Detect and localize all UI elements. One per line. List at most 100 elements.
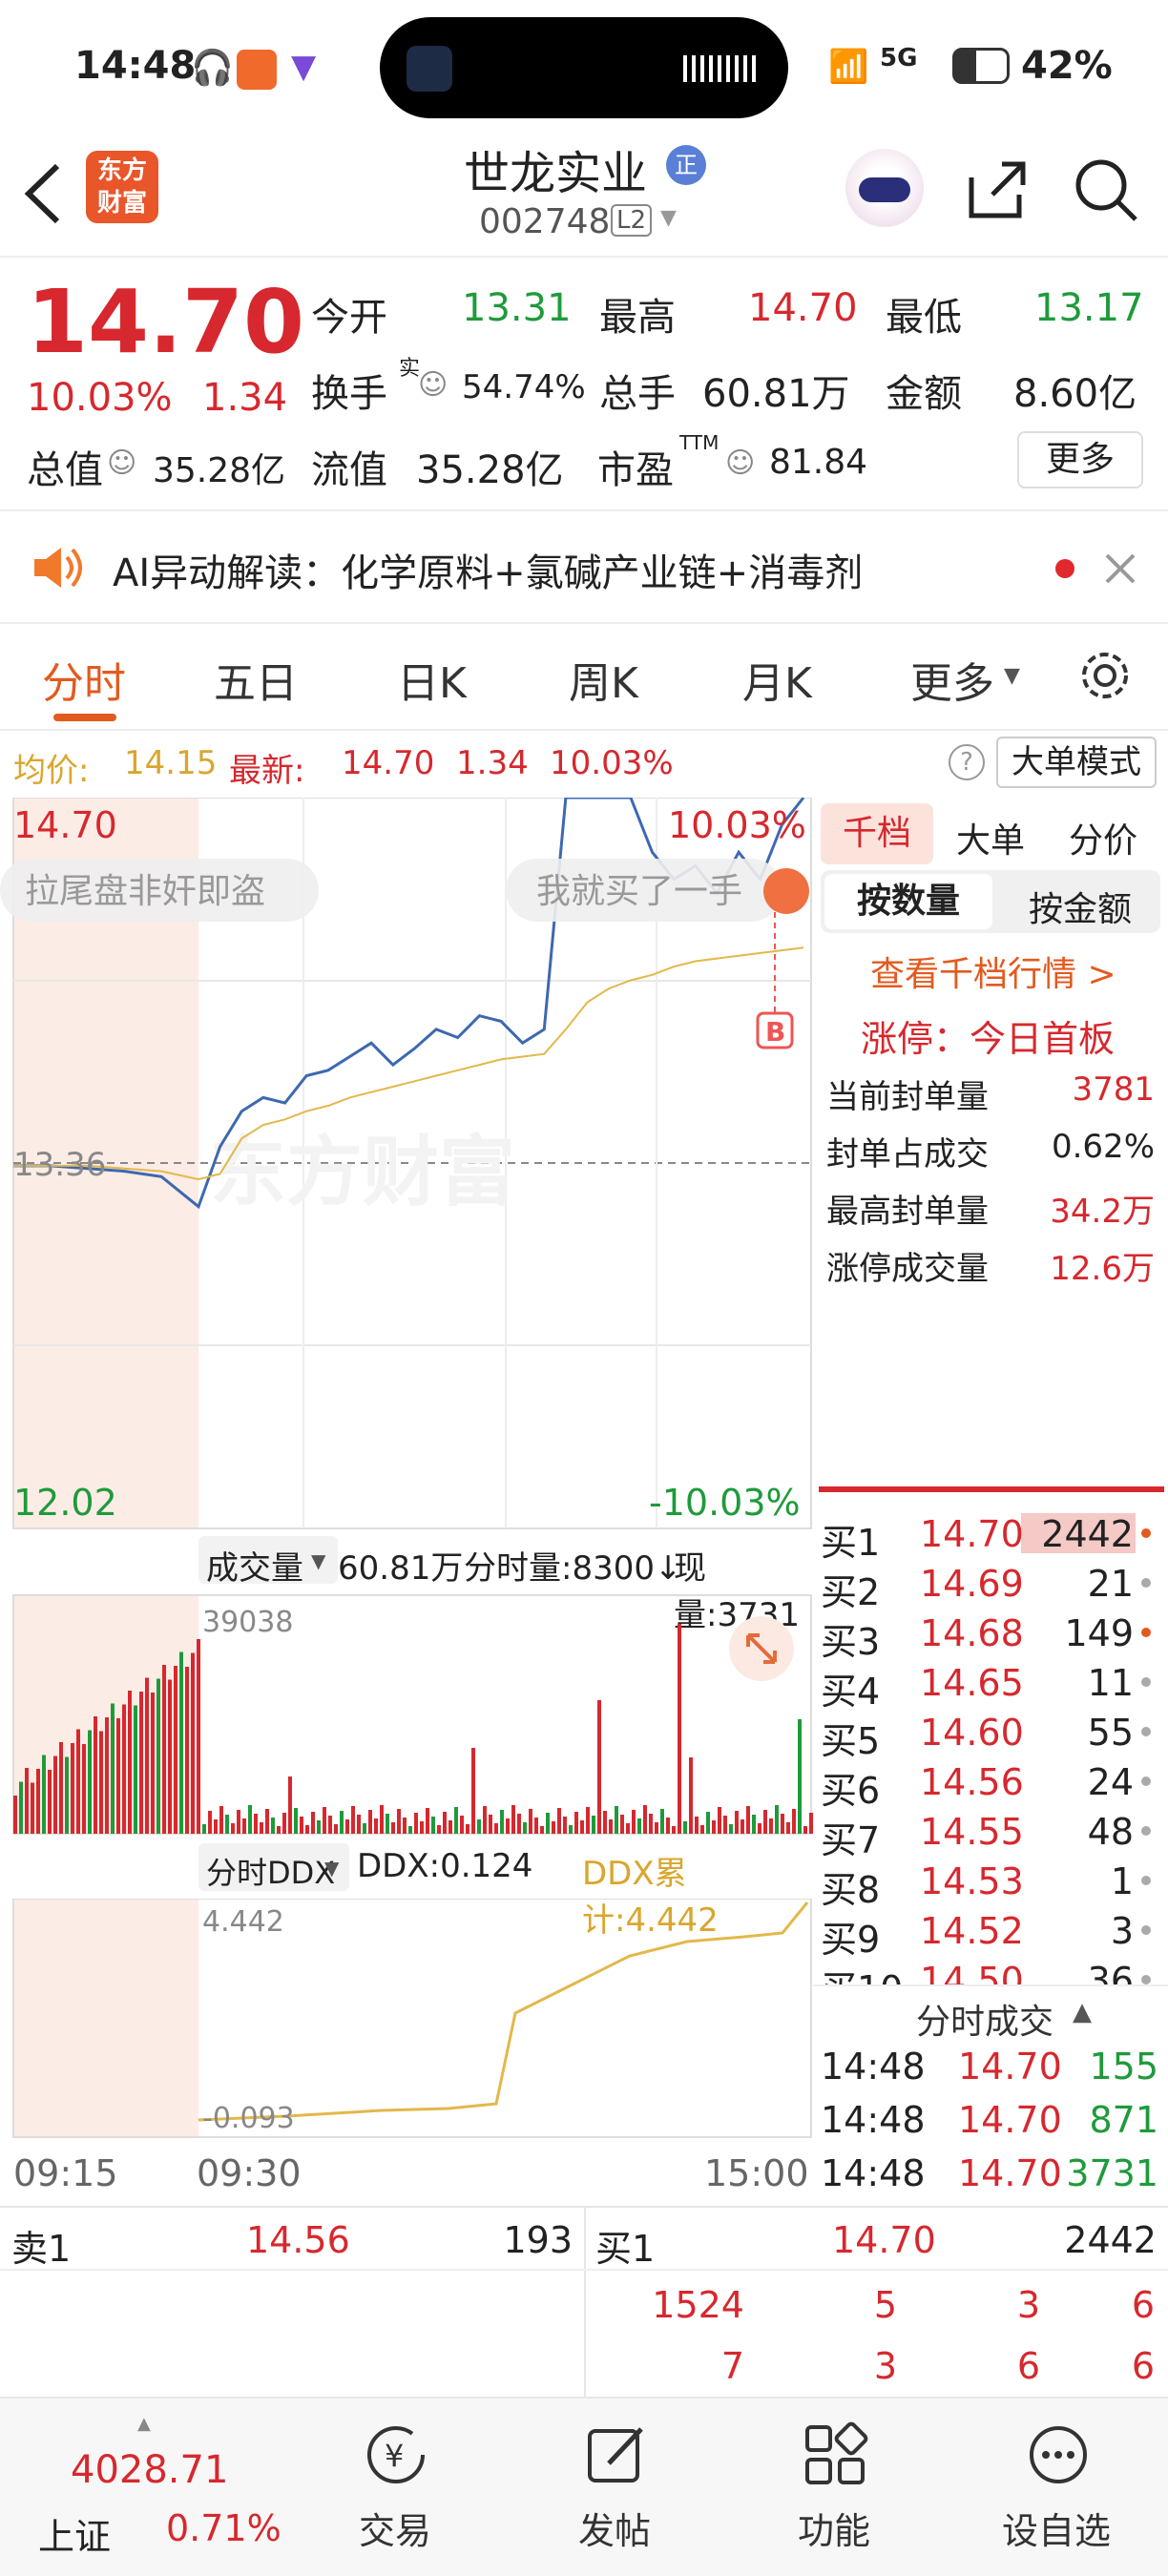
- volume-bar: [65, 1756, 69, 1834]
- volume-bar: [431, 1817, 435, 1834]
- bid-qty: 55: [1087, 1712, 1134, 1754]
- volume-bar: [128, 1691, 132, 1834]
- volume-bar: [552, 1821, 555, 1834]
- volume-bar: [334, 1824, 338, 1834]
- nav-add-watchlist[interactable]: 设自选: [992, 2418, 1126, 2561]
- index-value: 4028.71: [71, 2448, 229, 2492]
- volume-bar: [689, 1757, 693, 1834]
- volume-bar: [574, 1812, 578, 1834]
- tab-five-day[interactable]: 五日: [214, 649, 298, 710]
- bid-price: 14.68: [920, 1612, 1024, 1654]
- chart-top-price: 14.70: [13, 804, 117, 846]
- battery-percent: 42%: [1021, 44, 1113, 88]
- bid-row[interactable]: 买2 14.69 21: [813, 1557, 1168, 1613]
- bid-row[interactable]: 买5 14.60 55: [813, 1706, 1168, 1762]
- bid-dot: [1141, 1677, 1151, 1687]
- bid-price: 14.53: [920, 1860, 1024, 1902]
- volume-bar: [185, 1667, 189, 1834]
- bid-price: 14.56: [920, 1761, 1024, 1803]
- volume-bar: [460, 1816, 464, 1834]
- by-quantity-button[interactable]: 按数量: [824, 874, 992, 929]
- gear-icon[interactable]: [1076, 647, 1134, 704]
- volume-selector[interactable]: 成交量 ▼: [198, 1536, 338, 1588]
- change-pct: 10.03%: [550, 744, 674, 782]
- volume-panel: 成交量 ▼ 60.81万 分时量:8300↓ 现量:3731 39038: [0, 1532, 813, 1838]
- change-value: 1.34: [456, 744, 529, 782]
- bid-row[interactable]: 买6 14.56 24: [813, 1755, 1168, 1812]
- app-logo[interactable]: 东方 财富: [86, 151, 158, 223]
- bid-row[interactable]: 买1 14.70 2442: [813, 1507, 1168, 1564]
- tick-time: 14:48: [821, 2099, 926, 2141]
- volume-bar: [59, 1742, 63, 1834]
- price-chart-svg: 东方财富 14.70 10.03% 13.36 12.02 -10.03% 拉尾…: [0, 796, 812, 1529]
- bid-row[interactable]: 买4 14.65 11: [813, 1656, 1168, 1713]
- index-ticker[interactable]: ▲ 4028.71 上证 0.71%: [19, 2414, 286, 2566]
- help-icon[interactable]: ?: [949, 744, 985, 780]
- volume-bar: [580, 1820, 584, 1834]
- volume-bar: [219, 1806, 223, 1834]
- volume-bar: [202, 1824, 206, 1834]
- tab-thousand-levels[interactable]: 千档: [821, 803, 933, 864]
- bid-dot: [1141, 1975, 1151, 1984]
- volume-bar: [746, 1806, 750, 1834]
- pe-sup: TTM: [679, 431, 720, 454]
- chevron-up-icon[interactable]: ▲: [1073, 1998, 1092, 2026]
- nav-function[interactable]: 功能: [782, 2418, 887, 2561]
- share-icon[interactable]: [964, 156, 1031, 223]
- volume-bar: [666, 1818, 670, 1834]
- tab-weekly-k[interactable]: 周K: [569, 649, 638, 710]
- volume-bar: [345, 1819, 349, 1834]
- unread-dot: [1055, 559, 1074, 578]
- robot-assistant-icon[interactable]: [845, 149, 924, 227]
- amount-value: 8.60亿: [1013, 372, 1137, 416]
- back-icon[interactable]: [21, 160, 65, 227]
- nav-trade[interactable]: ¥ 交易: [344, 2418, 448, 2561]
- tab-big-orders[interactable]: 大单: [956, 813, 1025, 862]
- chevron-down-icon: ▼: [324, 1857, 340, 1880]
- bid-qty: 2442: [1041, 1513, 1134, 1555]
- big-order-mode-button[interactable]: 大单模式: [996, 737, 1157, 788]
- ai-banner[interactable]: AI异动解读：化学原料+氯碱产业链+消毒剂: [0, 515, 1168, 620]
- more-button[interactable]: 更多: [1017, 431, 1143, 488]
- open-label: 今开: [311, 296, 387, 340]
- nav-post[interactable]: 发帖: [563, 2418, 668, 2561]
- volume-bar: [225, 1815, 229, 1834]
- info-icon[interactable]: ☺: [725, 447, 755, 480]
- bid-row[interactable]: 买3 14.68 149: [813, 1607, 1168, 1663]
- bid-row[interactable]: 买9 14.52 3: [813, 1904, 1168, 1961]
- low-value: 13.17: [1034, 286, 1144, 330]
- volume-bar: [609, 1819, 613, 1834]
- bid-row[interactable]: 买8 14.53 1: [813, 1855, 1168, 1911]
- tick-qty: 3731: [1066, 2152, 1158, 2194]
- by-amount-button[interactable]: 按金额: [1029, 882, 1132, 931]
- tick-trades[interactable]: 分时成交 ▲ 14:48 14.70 155 14:48 14.70 871 14:48 14…: [813, 1984, 1168, 2206]
- queue-order-qty: 6: [1131, 2345, 1155, 2387]
- divider: [0, 729, 1168, 731]
- bottom-nav: ▲ 4028.71 上证 0.71% ¥ 交易 发帖 功能 设自选: [0, 2397, 1168, 2576]
- view-levels-link[interactable]: 查看千档行情 >: [870, 946, 1116, 996]
- bid-price: 14.50: [920, 1960, 1024, 1984]
- volume-bar: [781, 1814, 784, 1834]
- bid-row[interactable]: 买7 14.55 48: [813, 1805, 1168, 1861]
- queue-order-qty: 3: [873, 2345, 897, 2387]
- ddx-selector[interactable]: 分时DDX ▼: [198, 1843, 349, 1891]
- tab-more[interactable]: 更多: [910, 649, 994, 710]
- tab-daily-k[interactable]: 日K: [397, 649, 467, 710]
- close-icon[interactable]: [1103, 551, 1137, 586]
- queue-order-qty: 6: [1016, 2345, 1040, 2387]
- volume-bar: [19, 1781, 23, 1834]
- search-icon[interactable]: [1073, 156, 1139, 223]
- signal-type: 5G: [880, 44, 918, 73]
- volume-bar: [94, 1716, 97, 1834]
- tab-monthly-k[interactable]: 月K: [742, 649, 812, 710]
- chevron-down-icon[interactable]: ▼: [660, 206, 677, 230]
- info-icon[interactable]: ☺: [107, 447, 136, 480]
- tab-price-distribution[interactable]: 分价: [1069, 813, 1137, 862]
- time-close: 15:00: [704, 2152, 809, 2194]
- info-icon[interactable]: ☺: [418, 368, 448, 402]
- quote-panel: 14.70 10.03% 1.34 总值 ☺ 35.28亿 今开 13.31 最…: [0, 258, 1168, 515]
- volume-label: 成交量: [206, 1549, 303, 1588]
- bid-row[interactable]: 买10 14.50 36: [813, 1954, 1168, 1984]
- intraday-chart[interactable]: 东方财富 14.70 10.03% 13.36 12.02 -10.03% 拉尾…: [0, 796, 813, 1532]
- tab-intraday[interactable]: 分时: [42, 649, 126, 710]
